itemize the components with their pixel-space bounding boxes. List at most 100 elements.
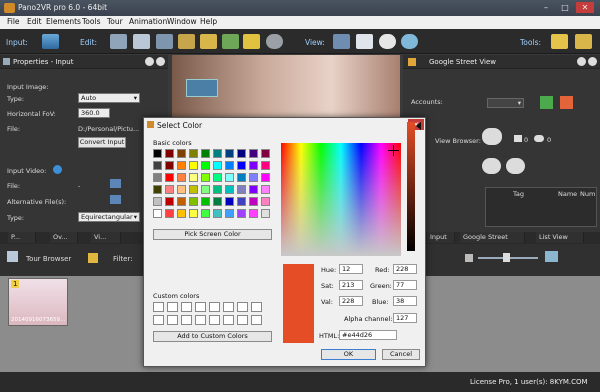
- hotspot-icon[interactable]: [186, 79, 218, 97]
- basic-color-swatch[interactable]: [237, 161, 246, 170]
- custom-color-swatch[interactable]: [167, 302, 178, 312]
- animation-reel-icon[interactable]: [266, 34, 283, 49]
- basic-color-swatch[interactable]: [165, 149, 174, 158]
- menu-elements[interactable]: Elements: [46, 17, 81, 26]
- basic-color-swatch[interactable]: [213, 149, 222, 158]
- basic-color-swatch[interactable]: [153, 185, 162, 194]
- basic-color-swatch[interactable]: [189, 185, 198, 194]
- view-settings-icon[interactable]: [401, 34, 418, 49]
- panel-close-icon[interactable]: [156, 57, 165, 66]
- type-select[interactable]: Auto ▾: [78, 93, 140, 103]
- folder-icon[interactable]: [110, 195, 121, 204]
- hotspots-icon[interactable]: [156, 34, 173, 49]
- custom-color-swatch[interactable]: [223, 302, 234, 312]
- value-slider[interactable]: [407, 122, 415, 251]
- basic-color-swatch[interactable]: [189, 209, 198, 218]
- basic-color-swatch[interactable]: [249, 209, 258, 218]
- tab-properties[interactable]: P...: [8, 232, 36, 243]
- basic-color-swatch[interactable]: [249, 173, 258, 182]
- custom-color-swatch[interactable]: [153, 302, 164, 312]
- basic-color-swatch[interactable]: [237, 209, 246, 218]
- basic-color-swatch[interactable]: [237, 149, 246, 158]
- basic-color-swatch[interactable]: [213, 173, 222, 182]
- close-button[interactable]: ✕: [576, 2, 594, 13]
- basic-color-swatch[interactable]: [249, 185, 258, 194]
- basic-color-swatch[interactable]: [201, 173, 210, 182]
- cloud-icon[interactable]: [482, 158, 501, 174]
- basic-color-swatch[interactable]: [153, 209, 162, 218]
- custom-color-swatch[interactable]: [167, 315, 178, 325]
- basic-color-swatch[interactable]: [177, 173, 186, 182]
- custom-color-swatch[interactable]: [195, 302, 206, 312]
- preview-icon[interactable]: [356, 34, 373, 49]
- basic-color-swatch[interactable]: [261, 209, 270, 218]
- menu-window[interactable]: Window: [167, 17, 197, 26]
- custom-color-swatch[interactable]: [209, 302, 220, 312]
- basic-color-swatch[interactable]: [225, 149, 234, 158]
- basic-color-swatch[interactable]: [249, 149, 258, 158]
- basic-color-swatch[interactable]: [153, 149, 162, 158]
- basic-color-swatch[interactable]: [261, 173, 270, 182]
- basic-color-swatch[interactable]: [165, 161, 174, 170]
- sat-input[interactable]: 213: [339, 280, 363, 290]
- custom-color-swatch[interactable]: [209, 315, 220, 325]
- basic-color-swatch[interactable]: [225, 185, 234, 194]
- minimize-button[interactable]: –: [537, 2, 555, 13]
- basic-color-swatch[interactable]: [165, 173, 174, 182]
- basic-color-swatch[interactable]: [201, 149, 210, 158]
- menu-help[interactable]: Help: [200, 17, 217, 26]
- basic-color-swatch[interactable]: [249, 161, 258, 170]
- html-input[interactable]: #e44d26: [339, 330, 397, 340]
- basic-color-swatch[interactable]: [201, 197, 210, 206]
- basic-color-swatch[interactable]: [153, 197, 162, 206]
- tab-viewer[interactable]: Vi...: [91, 232, 121, 243]
- basic-color-swatch[interactable]: [189, 161, 198, 170]
- custom-color-swatch[interactable]: [237, 302, 248, 312]
- menu-tools[interactable]: Tools: [82, 17, 100, 26]
- tab-google-street-view[interactable]: Google Street View: [460, 232, 525, 252]
- custom-color-swatch[interactable]: [153, 315, 164, 325]
- panel-float-icon[interactable]: [577, 57, 586, 66]
- basic-color-swatch[interactable]: [153, 173, 162, 182]
- basic-color-swatch[interactable]: [189, 197, 198, 206]
- panel-close-icon[interactable]: [588, 57, 597, 66]
- patch-icon[interactable]: [200, 34, 217, 49]
- blue-input[interactable]: 38: [393, 296, 417, 306]
- tab-list-view[interactable]: List View: [536, 232, 584, 243]
- custom-color-swatch[interactable]: [223, 315, 234, 325]
- basic-color-swatch[interactable]: [213, 185, 222, 194]
- cloud-upload-icon[interactable]: [482, 128, 502, 145]
- basic-color-swatch[interactable]: [261, 197, 270, 206]
- tools-icon[interactable]: [575, 34, 592, 49]
- convert-input-button[interactable]: Convert Input: [78, 137, 126, 148]
- ok-button[interactable]: OK: [321, 349, 376, 360]
- video-type-select[interactable]: Equirectangular ▾: [78, 212, 140, 222]
- hue-saturation-picker[interactable]: [281, 143, 401, 256]
- timer-icon[interactable]: [379, 34, 396, 49]
- shield-user-icon[interactable]: [560, 96, 573, 109]
- menu-tour[interactable]: Tour: [107, 17, 123, 26]
- custom-color-swatch[interactable]: [251, 315, 262, 325]
- add-custom-colors-button[interactable]: Add to Custom Colors: [153, 331, 272, 342]
- basic-color-swatch[interactable]: [165, 185, 174, 194]
- basic-color-swatch[interactable]: [177, 161, 186, 170]
- basic-color-swatch[interactable]: [201, 161, 210, 170]
- accounts-select[interactable]: ▾: [487, 98, 524, 108]
- custom-color-swatch[interactable]: [181, 315, 192, 325]
- basic-color-swatch[interactable]: [153, 161, 162, 170]
- tour-icon[interactable]: [222, 34, 239, 49]
- basic-color-swatch[interactable]: [237, 185, 246, 194]
- basic-color-swatch[interactable]: [177, 149, 186, 158]
- basic-color-swatch[interactable]: [237, 173, 246, 182]
- hfov-input[interactable]: 360.0: [78, 108, 110, 118]
- basic-color-swatch[interactable]: [189, 173, 198, 182]
- tab-input[interactable]: Input: [427, 232, 455, 243]
- info-icon[interactable]: [53, 165, 62, 174]
- tab-overview[interactable]: Ov...: [50, 232, 78, 243]
- basic-color-swatch[interactable]: [177, 185, 186, 194]
- basic-color-swatch[interactable]: [249, 197, 258, 206]
- panel-float-icon[interactable]: [145, 57, 154, 66]
- menu-animation[interactable]: Animation: [129, 17, 167, 26]
- sort-icon[interactable]: [88, 253, 98, 263]
- basic-color-swatch[interactable]: [237, 197, 246, 206]
